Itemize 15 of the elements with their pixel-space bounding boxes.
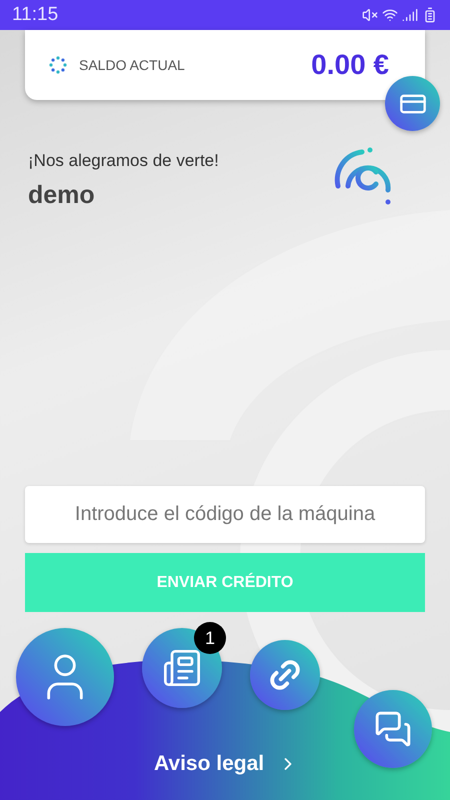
balance-label: SALDO ACTUAL: [79, 57, 186, 73]
loading-icon: [49, 56, 67, 74]
mute-icon: [362, 7, 378, 23]
balance-amount: 0.00 €: [311, 49, 389, 81]
user-name: demo: [28, 180, 96, 210]
legal-notice-link[interactable]: Aviso legal: [154, 752, 298, 776]
newspaper-icon: [162, 648, 202, 688]
clock-time: 11:15: [12, 4, 58, 26]
wifi-icon: [382, 7, 398, 23]
signal-icon: [402, 7, 418, 23]
top-up-button[interactable]: [385, 76, 440, 131]
greeting-text: ¡Nos alegramos de verte!: [28, 150, 219, 170]
notification-badge: 1: [194, 622, 226, 654]
machine-code-field[interactable]: Introduce el código de la máquina: [25, 486, 425, 543]
chat-icon: [374, 710, 412, 748]
